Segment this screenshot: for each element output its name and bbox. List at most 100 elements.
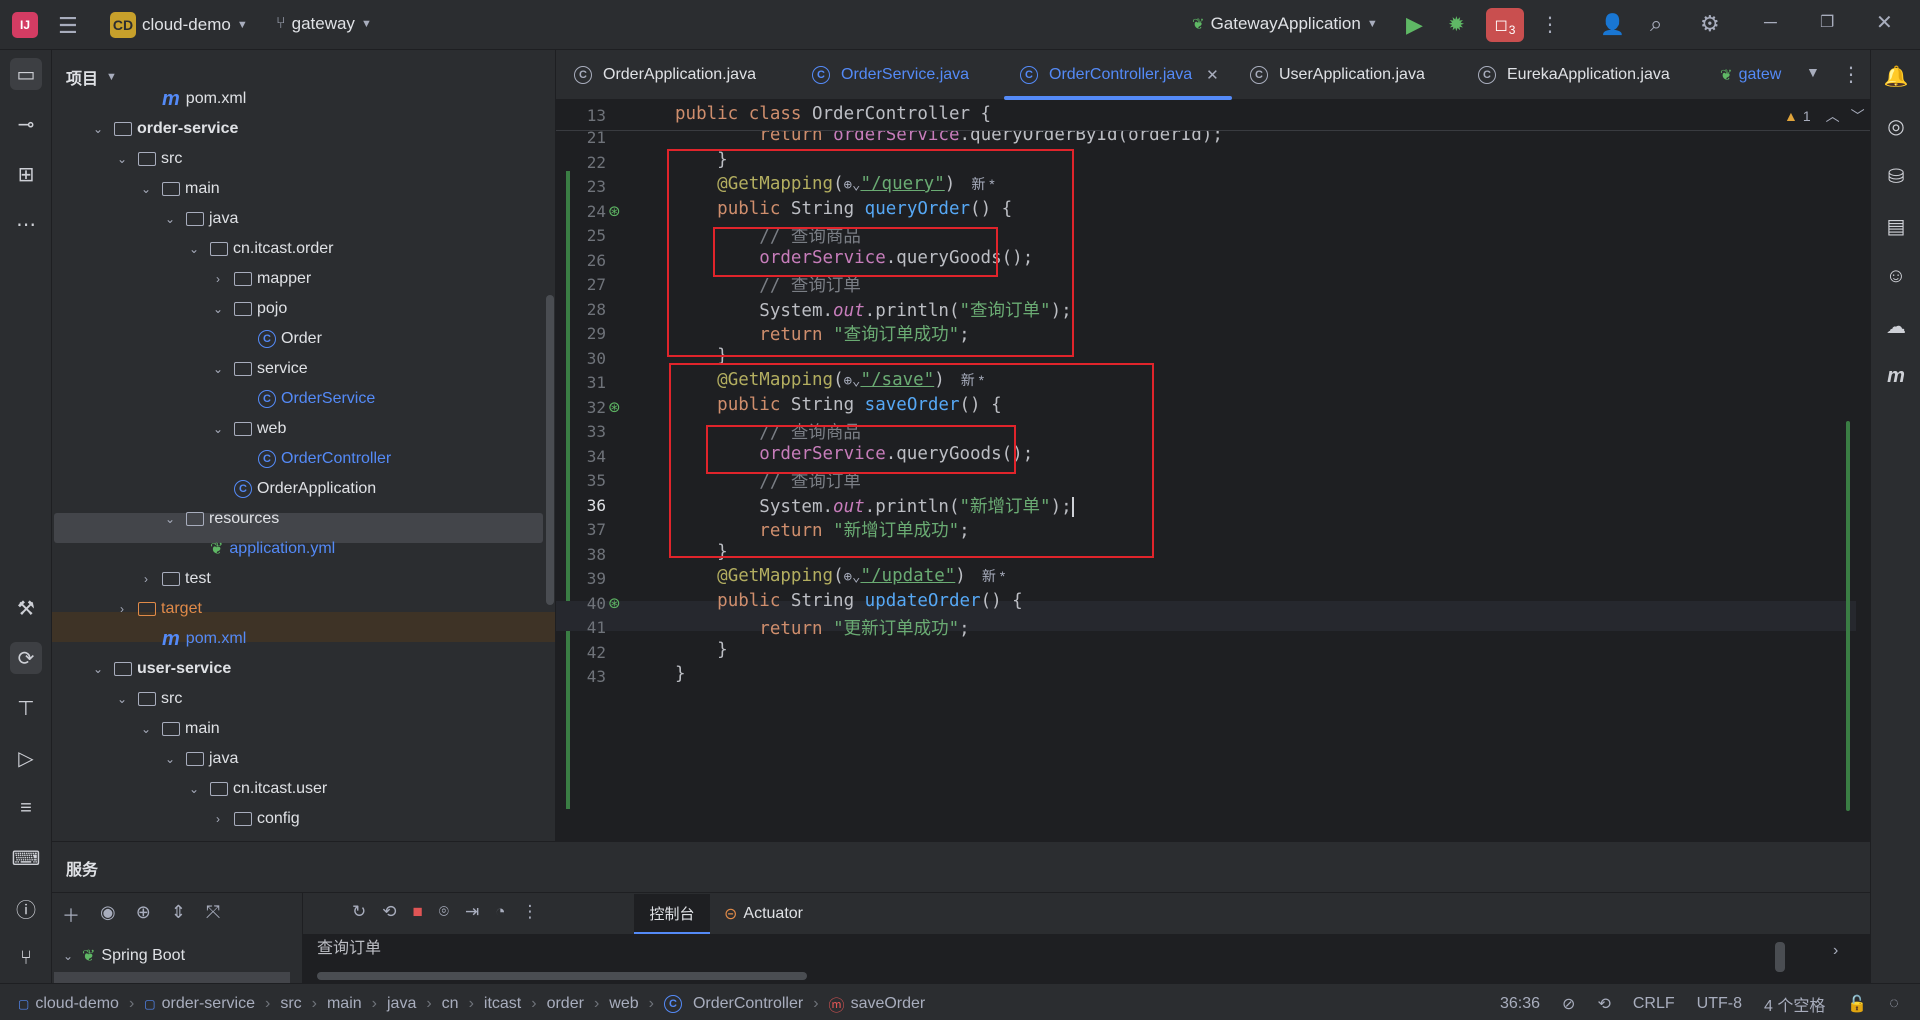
notifications-bell-icon[interactable]: 🔔 (1880, 60, 1912, 92)
add-user-icon[interactable]: 👤 (1600, 12, 1625, 37)
tree-item-application-yml[interactable]: ❦ application.yml (66, 534, 542, 564)
main-menu-icon[interactable]: ☰ (58, 13, 78, 39)
screenshot-icon[interactable]: ⌾ (439, 902, 449, 922)
tree-item-resources[interactable]: ⌄ resources (66, 504, 542, 534)
chevron-down-icon[interactable]: ⌄ (90, 122, 106, 136)
tree-item-java[interactable]: ⌄ java (66, 744, 542, 774)
problems-icon[interactable]: ⓘ (10, 892, 42, 924)
tree-item-test[interactable]: › test (66, 564, 542, 594)
more-vertical-icon[interactable]: ⋮ (1540, 12, 1560, 37)
breadcrumb-item[interactable]: src (280, 995, 301, 1013)
terminal-icon[interactable]: ⌨ (10, 842, 42, 874)
todo-list-icon[interactable]: ≡ (10, 792, 42, 824)
tab-gateway[interactable]: ❦ gatew (1720, 50, 1782, 100)
database-icon[interactable]: ⛁ (1880, 160, 1912, 192)
chevron-down-icon[interactable]: ⌄ (138, 182, 154, 196)
breadcrumb-item[interactable]: main (327, 995, 362, 1013)
chevron-right-icon[interactable]: › (210, 272, 226, 286)
ai-status-icon[interactable]: ⟲ (1597, 994, 1610, 1014)
settings-gear-icon[interactable]: ⚙ (1700, 11, 1720, 37)
line-separator[interactable]: CRLF (1633, 995, 1675, 1013)
commit-icon[interactable]: ⊸ (10, 108, 42, 140)
chevron-down-icon[interactable]: ⌄ (162, 512, 178, 526)
tree-item-pom-xml[interactable]: m pom.xml (66, 624, 542, 654)
add-service-icon[interactable]: ＋ (62, 902, 80, 928)
chevron-down-icon[interactable]: ⌄ (210, 422, 226, 436)
tab-more-icon[interactable]: ⋮ (1841, 62, 1861, 87)
indent-setting[interactable]: 4 个空格 (1764, 992, 1825, 1016)
chevron-right-icon[interactable]: › (138, 572, 154, 586)
eye-icon[interactable]: ◉ (100, 902, 116, 928)
tree-item-pojo[interactable]: ⌄ pojo (66, 294, 542, 324)
stop-icon[interactable]: ■ (413, 902, 423, 922)
endpoint-gutter-icon[interactable]: ⊛ (608, 398, 621, 416)
run-panel-icon[interactable]: ▷ (10, 742, 42, 774)
branch-selector[interactable]: ⑂ gateway ▼ (276, 14, 372, 34)
run-config-selector[interactable]: ❦ GatewayApplication ▼ (1192, 14, 1378, 34)
close-tab-icon[interactable]: ✕ (1206, 66, 1219, 84)
tree-item-orderapplication[interactable]: C OrderApplication (66, 474, 542, 504)
cloud-icon[interactable]: ☁ (1880, 310, 1912, 342)
project-selector[interactable]: CD cloud-demo ▼ (110, 12, 248, 38)
breadcrumb-item[interactable]: order (547, 995, 584, 1013)
endpoints-icon[interactable]: ▤ (1880, 210, 1912, 242)
restore-icon[interactable]: ❐ (1820, 12, 1834, 32)
expand-all-icon[interactable]: ⇕ (171, 902, 186, 928)
tree-item-main[interactable]: ⌄ main (66, 714, 542, 744)
chevron-down-icon[interactable]: ⌄ (90, 662, 106, 676)
chevron-down-icon[interactable]: ⌄ (138, 722, 154, 736)
tab-list-chevron-icon[interactable]: ▼ (1806, 64, 1820, 80)
endpoint-gutter-icon[interactable]: ⊛ (608, 594, 621, 612)
chevron-right-icon[interactable]: › (114, 602, 130, 616)
breadcrumb-item[interactable]: C OrderController (663, 995, 803, 1013)
tree-item-orderservice[interactable]: C OrderService (66, 384, 542, 414)
no-power-save-icon[interactable]: ⊘ (1562, 994, 1575, 1014)
breadcrumb-item[interactable]: ▢ cloud-demo (18, 995, 119, 1013)
intellij-logo-icon[interactable]: IJ (12, 12, 38, 38)
gauge-icon[interactable]: ◔ (495, 902, 505, 922)
git-icon[interactable]: ⑂ (10, 942, 42, 974)
file-encoding[interactable]: UTF-8 (1697, 995, 1742, 1013)
notification-button[interactable]: ◻ 3 (1486, 8, 1524, 42)
debug-icon[interactable]: ✹ (1448, 12, 1465, 37)
tab-eureka-application[interactable]: C EurekaApplication.java (1478, 50, 1670, 100)
breadcrumb-item[interactable]: java (387, 995, 416, 1013)
tab-console[interactable]: 控制台 (634, 894, 710, 934)
endpoint-gutter-icon[interactable]: ⊛ (608, 202, 621, 220)
services-icon[interactable]: ⟳ (10, 642, 42, 674)
tree-item-order[interactable]: C Order (66, 324, 542, 354)
tree-item-cn-itcast-user[interactable]: ⌄ cn.itcast.user (66, 774, 542, 804)
tree-item-user-service[interactable]: ⌄ user-service (66, 654, 542, 684)
maven-hammer-icon[interactable]: ⊤ (10, 692, 42, 724)
chevron-down-icon[interactable]: ⌄ (186, 782, 202, 796)
copilot-icon[interactable]: ☺ (1880, 260, 1912, 292)
tree-item-target[interactable]: › target (66, 594, 542, 624)
tab-order-service[interactable]: C OrderService.java (812, 50, 969, 100)
tree-item-cn-itcast-order[interactable]: ⌄ cn.itcast.order (66, 234, 542, 264)
tree-item-pom-xml[interactable]: m pom.xml (66, 84, 542, 114)
chevron-down-icon[interactable]: ⌄ (210, 302, 226, 316)
project-scrollbar[interactable] (546, 295, 554, 605)
collapse-all-icon[interactable]: ⤧ (206, 902, 220, 928)
lock-icon[interactable]: 🔓 (1847, 994, 1867, 1014)
tree-item-service[interactable]: ⌄ service (66, 354, 542, 384)
maven-icon[interactable]: m (1880, 360, 1912, 392)
prev-highlight-icon[interactable]: ︿ (1826, 106, 1840, 126)
next-highlight-icon[interactable]: ﹀ (1851, 106, 1865, 126)
more-vertical-icon[interactable]: ⋮ (522, 902, 539, 922)
console-hscroll[interactable] (317, 972, 807, 980)
service-tree-item[interactable]: ⌄ ❦ Spring Boot (60, 946, 185, 966)
minimize-icon[interactable]: ─ (1764, 12, 1777, 33)
chevron-down-icon[interactable]: ⌄ (114, 692, 130, 706)
tree-item-order-service[interactable]: ⌄ order-service (66, 114, 542, 144)
more-tools-icon[interactable]: ⋯ (10, 208, 42, 240)
code-editor[interactable]: 13 public class OrderController { ▲ 1 ︿ … (556, 101, 1870, 841)
breadcrumb-item[interactable]: web (609, 995, 638, 1013)
tab-actuator[interactable]: ⊝ Actuator (724, 904, 803, 924)
tree-item-ordercontroller[interactable]: C OrderController (66, 444, 542, 474)
tree-item-src[interactable]: ⌄ src (66, 144, 542, 174)
new-group-icon[interactable]: ⊕ (136, 902, 151, 928)
console-output-area[interactable]: 查询订单 › (303, 934, 1870, 984)
chevron-down-icon[interactable]: ⌄ (162, 212, 178, 226)
tab-user-application[interactable]: C UserApplication.java (1250, 50, 1425, 100)
